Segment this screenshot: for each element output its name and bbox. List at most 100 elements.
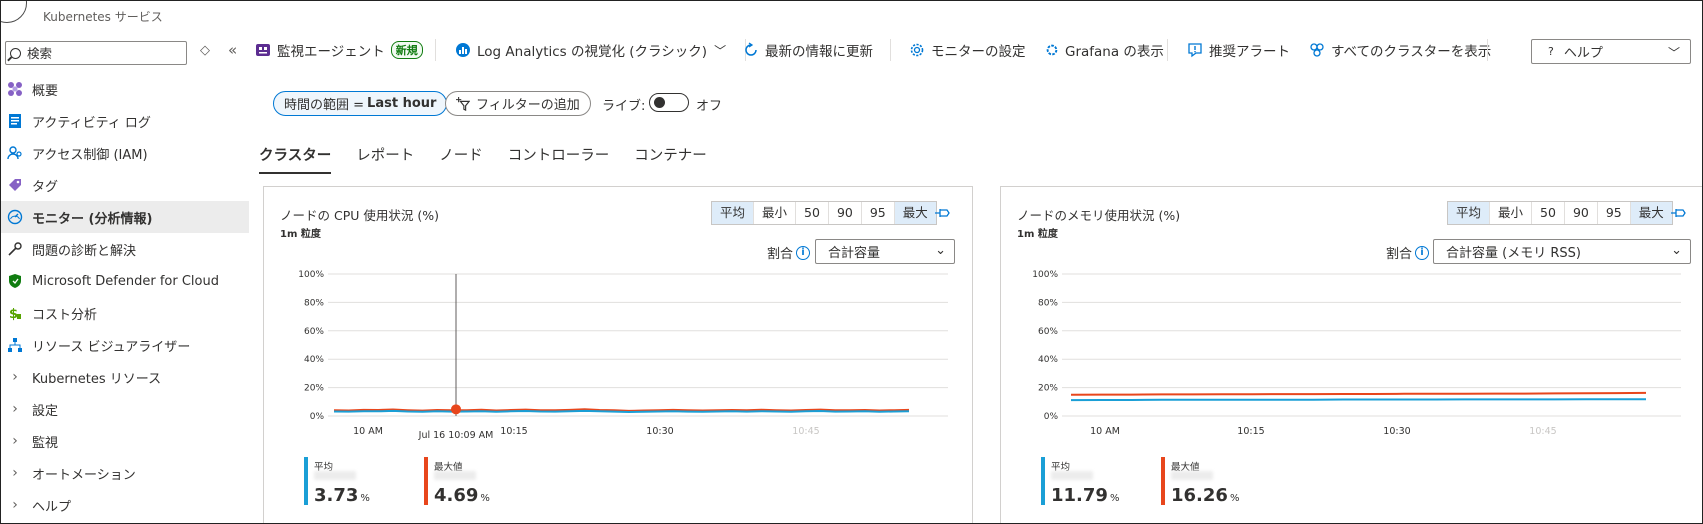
log-analytics-dropdown[interactable]: Log Analytics の視覚化 (クラシック) ﹀ bbox=[455, 37, 726, 63]
series-line bbox=[1070, 391, 1647, 396]
shield-icon bbox=[7, 273, 23, 289]
legend-value: 16.26% bbox=[1171, 485, 1240, 506]
agg-max[interactable]: 最大 bbox=[894, 202, 936, 224]
sort-icon[interactable]: ◇ bbox=[200, 43, 210, 58]
monitor-agent-button[interactable]: 監視エージェント 新規 bbox=[255, 37, 423, 63]
monitor-icon bbox=[7, 209, 23, 225]
sidebar-item-diagnose[interactable]: 問題の診断と解決 bbox=[1, 233, 249, 265]
pin-icon[interactable] bbox=[934, 205, 952, 225]
sidebar-item-iam[interactable]: アクセス制御 (IAM) bbox=[1, 137, 249, 169]
agg-p50[interactable]: 50 bbox=[796, 202, 829, 224]
legend-color-bar bbox=[1041, 457, 1045, 505]
cpu-usage-card: ノードの CPU 使用状況 (%) 1m 粒度 平均 最小 50 90 95 最… bbox=[263, 186, 973, 523]
alert-icon bbox=[1187, 42, 1203, 58]
help-dropdown[interactable]: ? ヘルプ ﹀ bbox=[1531, 39, 1691, 64]
sidebar-item-activity-log[interactable]: アクティビティ ログ bbox=[1, 105, 249, 137]
y-tick-label: 60% bbox=[1038, 327, 1058, 337]
legend-redacted bbox=[314, 471, 356, 480]
agg-avg[interactable]: 平均 bbox=[712, 202, 755, 224]
grafana-icon bbox=[1045, 43, 1059, 57]
refresh-button[interactable]: 最新の情報に更新 bbox=[743, 37, 873, 63]
agg-max[interactable]: 最大 bbox=[1630, 202, 1672, 224]
memory-usage-card: ノードのメモリ使用状況 (%) 1m 粒度 平均 最小 50 90 95 最大 … bbox=[1000, 186, 1702, 523]
agg-min[interactable]: 最小 bbox=[754, 202, 797, 224]
info-icon[interactable]: i bbox=[1415, 245, 1430, 260]
sidebar-item-defender[interactable]: Microsoft Defender for Cloud bbox=[1, 265, 249, 297]
new-badge: 新規 bbox=[390, 41, 423, 59]
live-toggle[interactable] bbox=[649, 93, 689, 112]
sidebar-item-visualizer[interactable]: リソース ビジュアライザー bbox=[1, 329, 249, 361]
y-tick-label: 60% bbox=[304, 327, 324, 337]
ratio-label: 割合 bbox=[1386, 247, 1413, 262]
info-icon[interactable]: i bbox=[796, 245, 811, 260]
insights-tabs: クラスター レポート ノード コントローラー コンテナー bbox=[259, 144, 732, 174]
tab-containers[interactable]: コンテナー bbox=[634, 144, 707, 174]
tab-cluster[interactable]: クラスター bbox=[259, 144, 332, 174]
agg-p90[interactable]: 90 bbox=[828, 202, 862, 224]
series-line bbox=[333, 409, 910, 414]
gear-icon bbox=[909, 42, 925, 58]
legend-value: 4.69% bbox=[434, 485, 490, 506]
all-clusters-button[interactable]: すべてのクラスターを表示 bbox=[1309, 37, 1491, 63]
live-label: ライブ: bbox=[602, 99, 646, 114]
ratio-select[interactable]: 合計容量 ⌄ bbox=[815, 239, 955, 264]
visualizer-icon bbox=[7, 337, 23, 353]
log-analytics-icon bbox=[455, 42, 471, 58]
sidebar-item-cost[interactable]: $ コスト分析 bbox=[1, 297, 249, 329]
sidebar-item-label: Microsoft Defender for Cloud bbox=[32, 273, 219, 289]
sidebar-item-label: ヘルプ bbox=[32, 499, 72, 515]
sidebar-item-overview[interactable]: 概要 bbox=[1, 73, 249, 105]
recommended-alerts-button[interactable]: 推奨アラート bbox=[1187, 37, 1290, 63]
sidebar-item-label: リソース ビジュアライザー bbox=[32, 339, 191, 355]
sidebar-search[interactable] bbox=[5, 41, 187, 65]
grafana-button[interactable]: Grafana の表示 bbox=[1045, 37, 1164, 63]
collapse-sidebar-icon[interactable]: « bbox=[228, 41, 237, 59]
sidebar-group-automation[interactable]: › オートメーション bbox=[1, 457, 249, 489]
sidebar-group-monitoring[interactable]: › 監視 bbox=[1, 425, 249, 457]
chevron-down-icon: ⌄ bbox=[935, 243, 946, 258]
sidebar-item-label: 問題の診断と解決 bbox=[32, 243, 137, 259]
legend-redacted bbox=[1051, 471, 1093, 480]
recommended-alerts-label: 推奨アラート bbox=[1209, 44, 1290, 60]
wrench-icon bbox=[7, 241, 23, 257]
ratio-select[interactable]: 合計容量 (メモリ RSS) ⌄ bbox=[1433, 239, 1691, 264]
add-filter-button[interactable]: フィルターの追加 bbox=[445, 91, 591, 116]
add-filter-label: フィルターの追加 bbox=[476, 98, 580, 113]
tab-nodes[interactable]: ノード bbox=[439, 144, 483, 174]
sidebar-group-help[interactable]: › ヘルプ bbox=[1, 489, 249, 521]
time-range-pill[interactable]: 時間の範囲 = Last hour bbox=[273, 91, 448, 116]
agg-p90[interactable]: 90 bbox=[1564, 202, 1598, 224]
x-tick-label: 10:45 bbox=[1529, 426, 1556, 437]
agg-p50[interactable]: 50 bbox=[1532, 202, 1565, 224]
overview-icon bbox=[7, 81, 23, 97]
monitor-settings-button[interactable]: モニターの設定 bbox=[909, 37, 1026, 63]
agg-avg[interactable]: 平均 bbox=[1448, 202, 1491, 224]
filter-add-icon bbox=[456, 96, 470, 111]
legend-value: 3.73% bbox=[314, 485, 370, 506]
sidebar-group-settings[interactable]: › 設定 bbox=[1, 393, 249, 425]
cursor-time-label: Jul 16 10:09 AM bbox=[418, 430, 494, 441]
sidebar-item-monitor[interactable]: モニター (分析情報) bbox=[1, 201, 249, 233]
tab-controllers[interactable]: コントローラー bbox=[508, 144, 610, 174]
series-line bbox=[1070, 398, 1647, 402]
monitor-agent-label: 監視エージェント bbox=[277, 44, 385, 60]
ratio-value: 合計容量 bbox=[828, 246, 881, 261]
sidebar-item-tags[interactable]: タグ bbox=[1, 169, 249, 201]
agg-p95[interactable]: 95 bbox=[1597, 202, 1631, 224]
activity-log-icon bbox=[7, 113, 23, 129]
tab-reports[interactable]: レポート bbox=[356, 144, 414, 174]
agg-p95[interactable]: 95 bbox=[861, 202, 895, 224]
cost-icon: $ bbox=[7, 305, 23, 321]
resource-icon bbox=[1, 1, 27, 23]
sidebar-item-label: コスト分析 bbox=[32, 307, 98, 323]
agg-min[interactable]: 最小 bbox=[1490, 202, 1533, 224]
question-icon: ? bbox=[1548, 45, 1554, 58]
x-tick-label: 10:15 bbox=[1237, 426, 1264, 437]
search-input[interactable] bbox=[27, 45, 177, 61]
sidebar-group-kubernetes-resources[interactable]: › Kubernetes リソース bbox=[1, 361, 249, 393]
live-state: オフ bbox=[696, 99, 723, 114]
x-tick-label: 10:45 bbox=[792, 426, 819, 437]
chevron-right-icon: › bbox=[12, 497, 18, 513]
memory-line-chart: 100% 80% 60% 40% 20% 0% 10 AM 10:15 10:30 10:45 bbox=[1032, 270, 1681, 437]
pin-icon[interactable] bbox=[1670, 205, 1688, 225]
